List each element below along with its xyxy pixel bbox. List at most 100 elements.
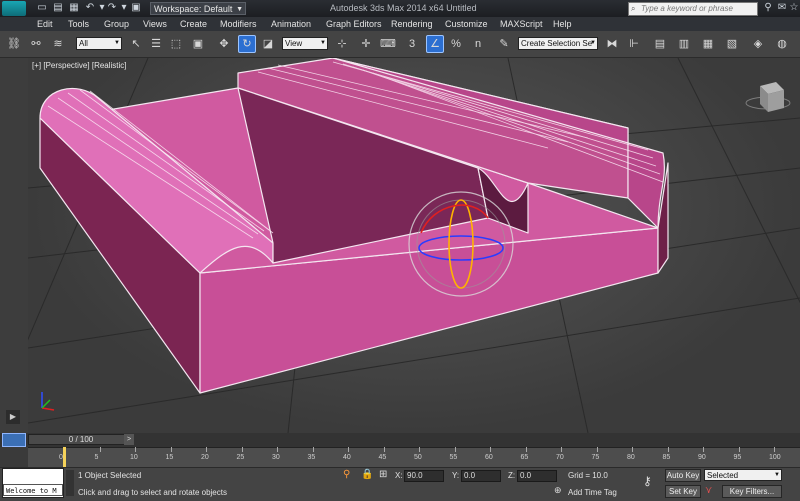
track-tick-mark — [99, 447, 101, 452]
percent-snap-toggle-icon[interactable]: % — [448, 36, 464, 52]
menu-graph-editors[interactable]: Graph Editors — [326, 17, 382, 31]
spinner-snap-toggle-icon[interactable]: n — [470, 36, 486, 52]
redo-dropdown-icon[interactable]: ▾ — [118, 2, 130, 14]
track-tick-mark — [667, 447, 669, 452]
undo-icon[interactable]: ↶ — [84, 2, 96, 14]
add-time-tag[interactable]: Add Time Tag — [568, 488, 617, 497]
maxscript-input[interactable]: Welcome to M — [3, 484, 63, 496]
save-file-icon[interactable]: ▦ — [68, 2, 80, 14]
selection-count-text: 1 Object Selected — [78, 471, 142, 480]
chevron-down-icon: ▼ — [774, 472, 780, 478]
graphite-toolbar-icon[interactable]: ▦ — [700, 36, 716, 52]
material-editor-icon[interactable]: ◍ — [774, 36, 790, 52]
mini-curve-editor-icon[interactable] — [2, 433, 26, 447]
prompt-line-text: Click and drag to select and rotate obje… — [78, 488, 227, 497]
use-pivot-center-icon[interactable]: ⊹ — [334, 36, 350, 52]
track-tick-mark — [312, 447, 314, 452]
select-and-rotate-icon[interactable]: ↻ — [238, 35, 256, 53]
perspective-viewport[interactable] — [28, 58, 800, 433]
auto-key-selection-dropdown[interactable]: Selected ▼ — [704, 469, 782, 481]
chevron-down-icon: ▼ — [236, 6, 243, 13]
track-tick-label: 35 — [307, 454, 316, 461]
schematic-view-icon[interactable]: ◈ — [750, 36, 766, 52]
app-logo-icon[interactable] — [2, 1, 26, 16]
menu-animation[interactable]: Animation — [271, 17, 311, 31]
unlink-selection-icon[interactable]: ⚯ — [28, 36, 44, 52]
select-and-move-icon[interactable]: ✥ — [216, 36, 232, 52]
menu-tools[interactable]: Tools — [68, 17, 89, 31]
x-coord-field[interactable]: 90.0 — [404, 470, 444, 482]
menu-group[interactable]: Group — [104, 17, 129, 31]
menu-views[interactable]: Views — [143, 17, 167, 31]
open-file-icon[interactable]: ▤ — [52, 2, 64, 14]
viewport-point-of-view[interactable]: [Perspective] — [43, 61, 89, 70]
mirror-icon[interactable]: ⧓ — [604, 36, 620, 52]
scroll-left-icon[interactable]: ▶ — [6, 410, 20, 424]
menu-edit[interactable]: Edit — [37, 17, 53, 31]
auto-key-selection-value: Selected — [707, 471, 739, 480]
status-divider — [66, 470, 74, 496]
track-tick-label: 40 — [343, 454, 351, 461]
track-tick-label: 20 — [201, 454, 209, 461]
next-frame-arrow-icon[interactable]: > — [124, 434, 134, 445]
keyboard-shortcut-override-icon[interactable]: ⌨ — [380, 36, 396, 52]
bind-to-space-warp-icon[interactable]: ≋ — [50, 36, 66, 52]
edit-named-selection-sets-icon[interactable]: ✎ — [496, 36, 512, 52]
time-tag-icon[interactable]: ⊕ — [554, 485, 562, 496]
menu-customize[interactable]: Customize — [445, 17, 488, 31]
select-object-icon[interactable]: ↖ — [128, 36, 144, 52]
scene-explorer-icon[interactable]: ▤ — [652, 36, 668, 52]
viewport-label[interactable]: [+] [Perspective] [Realistic] — [32, 61, 127, 70]
select-and-scale-icon[interactable]: ◪ — [260, 36, 276, 52]
menu-maxscript[interactable]: MAXScript — [500, 17, 543, 31]
selection-lock-icon[interactable]: 🔒 — [361, 469, 373, 480]
track-tick-mark — [277, 447, 278, 452]
key-filters-button[interactable]: Key Filters... — [722, 485, 782, 498]
new-file-icon[interactable]: ▭ — [36, 2, 48, 14]
menu-create[interactable]: Create — [180, 17, 207, 31]
window-crossing-icon[interactable]: ▣ — [190, 36, 206, 52]
set-key-mode-key-icon[interactable]: ⚷ — [643, 474, 652, 488]
menu-modifiers[interactable]: Modifiers — [220, 17, 257, 31]
project-folder-icon[interactable]: ▣ — [130, 2, 142, 14]
z-coord-field[interactable]: 0.0 — [517, 470, 557, 482]
auto-key-button[interactable]: Auto Key — [665, 469, 701, 482]
menu-rendering[interactable]: Rendering — [391, 17, 433, 31]
track-tick-mark — [348, 447, 349, 452]
scene-canvas[interactable] — [28, 58, 800, 433]
curve-editor-icon[interactable]: ▧ — [724, 36, 740, 52]
select-and-manipulate-icon[interactable]: ✛ — [358, 36, 374, 52]
layer-manager-icon[interactable]: ▥ — [676, 36, 692, 52]
viewport-shading-mode[interactable]: [Realistic] — [92, 61, 127, 70]
track-tick-mark — [241, 447, 243, 452]
absolute-mode-transform-icon[interactable]: ⊞ — [379, 469, 387, 480]
select-by-name-icon[interactable]: ☰ — [148, 36, 164, 52]
y-coord-field[interactable]: 0.0 — [461, 470, 501, 482]
time-slider[interactable]: 0 / 100 — [28, 434, 134, 445]
workspace-dropdown[interactable]: Workspace: Default ▼ — [150, 2, 246, 15]
track-tick-mark — [170, 447, 172, 452]
snaps-toggle-icon[interactable]: 3 — [404, 36, 420, 52]
y-coord-label: Y: — [452, 471, 460, 480]
binoculars-search-icon[interactable]: ⚲ — [762, 2, 774, 14]
key-mode-icon[interactable]: ⋎ — [705, 485, 712, 496]
select-and-link-icon[interactable]: ⛓ — [6, 36, 22, 52]
isolate-selection-icon[interactable]: ⚲ — [343, 469, 350, 480]
named-selection-sets-dropdown[interactable]: Create Selection Se ▼ — [518, 37, 598, 50]
search-input[interactable]: ⌕ Type a keyword or phrase — [628, 2, 758, 16]
communication-center-icon[interactable]: ✉ — [776, 2, 788, 14]
current-frame-marker[interactable] — [63, 447, 66, 467]
track-tick-label: 70 — [556, 454, 564, 461]
angle-snap-toggle-icon[interactable]: ∠ — [426, 35, 444, 53]
window-title: Autodesk 3ds Max 2014 x64 Untitled — [330, 3, 477, 13]
rectangular-selection-icon[interactable]: ⬚ — [168, 36, 184, 52]
viewport-menu-plus[interactable]: [+] — [32, 61, 41, 70]
favorites-star-icon[interactable]: ☆ — [788, 2, 800, 14]
selection-filter-dropdown[interactable]: All ▼ — [76, 37, 122, 50]
track-tick-label: 25 — [236, 454, 245, 461]
reference-coordinate-dropdown[interactable]: View ▼ — [282, 37, 328, 50]
set-key-button[interactable]: Set Key — [665, 485, 701, 498]
menu-help[interactable]: Help — [553, 17, 572, 31]
align-icon[interactable]: ⊩ — [626, 36, 642, 52]
redo-icon[interactable]: ↷ — [106, 2, 118, 14]
